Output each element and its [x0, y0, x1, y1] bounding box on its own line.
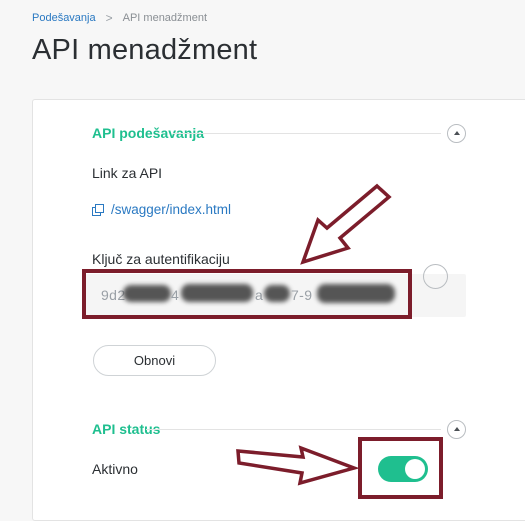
breadcrumb: Podešavanja > API menadžment	[32, 11, 207, 25]
chevron-up-icon	[453, 131, 460, 135]
auth-key-label: Ključ za autentifikaciju	[92, 251, 230, 267]
page-title: API menadžment	[32, 34, 258, 66]
annotation-frame-key	[82, 269, 412, 319]
section-divider	[146, 429, 441, 430]
breadcrumb-current: API menadžment	[122, 12, 207, 24]
collapse-api-status-button[interactable]	[447, 420, 466, 439]
active-label: Aktivno	[92, 461, 138, 477]
chevron-up-icon	[453, 427, 460, 431]
refresh-key-button[interactable]: Obnovi	[93, 345, 216, 376]
api-link[interactable]: /swagger/index.html	[92, 202, 231, 217]
show-key-toggle[interactable]	[423, 264, 448, 289]
api-link-label: Link za API	[92, 165, 163, 181]
breadcrumb-settings-link[interactable]: Podešavanja	[32, 12, 96, 24]
api-link-text[interactable]: /swagger/index.html	[111, 202, 231, 217]
section-divider	[173, 133, 441, 134]
copy-icon[interactable]	[92, 204, 104, 216]
breadcrumb-separator: >	[105, 11, 113, 25]
annotation-frame-toggle	[358, 437, 443, 499]
collapse-api-settings-button[interactable]	[447, 124, 466, 143]
